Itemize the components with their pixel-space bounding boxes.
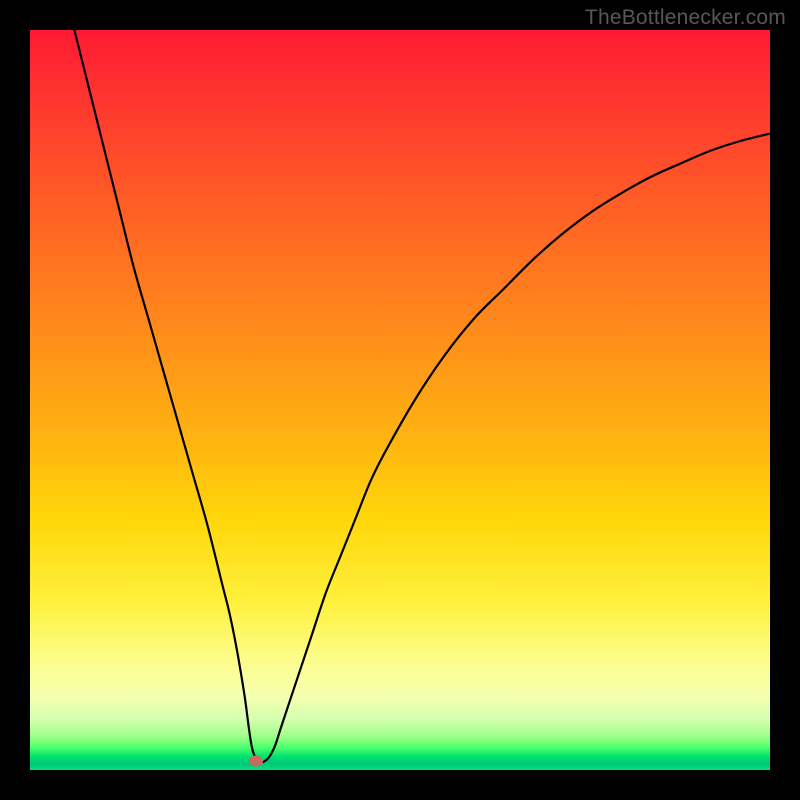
optimum-marker [249,756,263,767]
chart-frame: TheBottlenecker.com [0,0,800,800]
bottleneck-curve [30,30,770,770]
watermark-text: TheBottlenecker.com [585,6,786,30]
plot-area [30,30,770,770]
